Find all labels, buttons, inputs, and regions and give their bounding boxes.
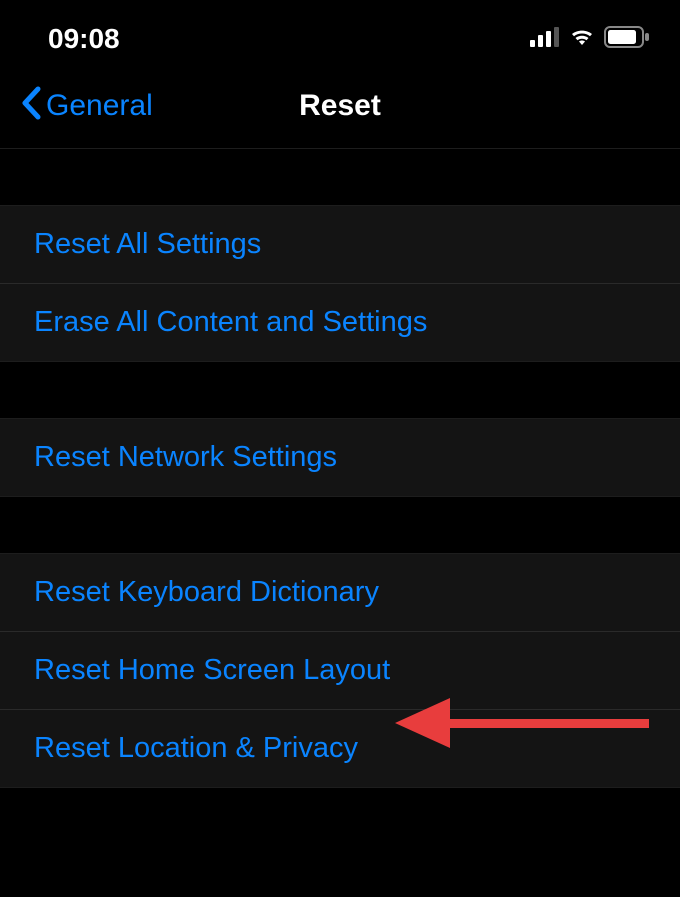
page-title: Reset <box>299 89 381 123</box>
cellular-signal-icon <box>530 27 560 52</box>
back-button[interactable]: General <box>20 86 153 126</box>
reset-home-screen-layout-item[interactable]: Reset Home Screen Layout <box>0 632 680 710</box>
reset-all-settings-item[interactable]: Reset All Settings <box>0 205 680 284</box>
back-label: General <box>46 89 153 123</box>
list-group-1: Reset All Settings Erase All Content and… <box>0 205 680 362</box>
status-bar: 09:08 <box>0 0 680 68</box>
status-time: 09:08 <box>48 23 120 55</box>
section-gap <box>0 149 680 205</box>
chevron-left-icon <box>20 86 42 126</box>
list-group-3: Reset Keyboard Dictionary Reset Home Scr… <box>0 553 680 788</box>
navigation-bar: General Reset <box>0 68 680 149</box>
list-group-2: Reset Network Settings <box>0 418 680 497</box>
battery-icon <box>604 26 650 53</box>
reset-keyboard-dictionary-item[interactable]: Reset Keyboard Dictionary <box>0 553 680 632</box>
erase-all-content-item[interactable]: Erase All Content and Settings <box>0 284 680 362</box>
section-gap <box>0 497 680 553</box>
reset-network-settings-item[interactable]: Reset Network Settings <box>0 418 680 497</box>
section-gap <box>0 362 680 418</box>
wifi-icon <box>568 27 596 52</box>
reset-location-privacy-item[interactable]: Reset Location & Privacy <box>0 710 680 788</box>
status-icons <box>530 26 650 53</box>
